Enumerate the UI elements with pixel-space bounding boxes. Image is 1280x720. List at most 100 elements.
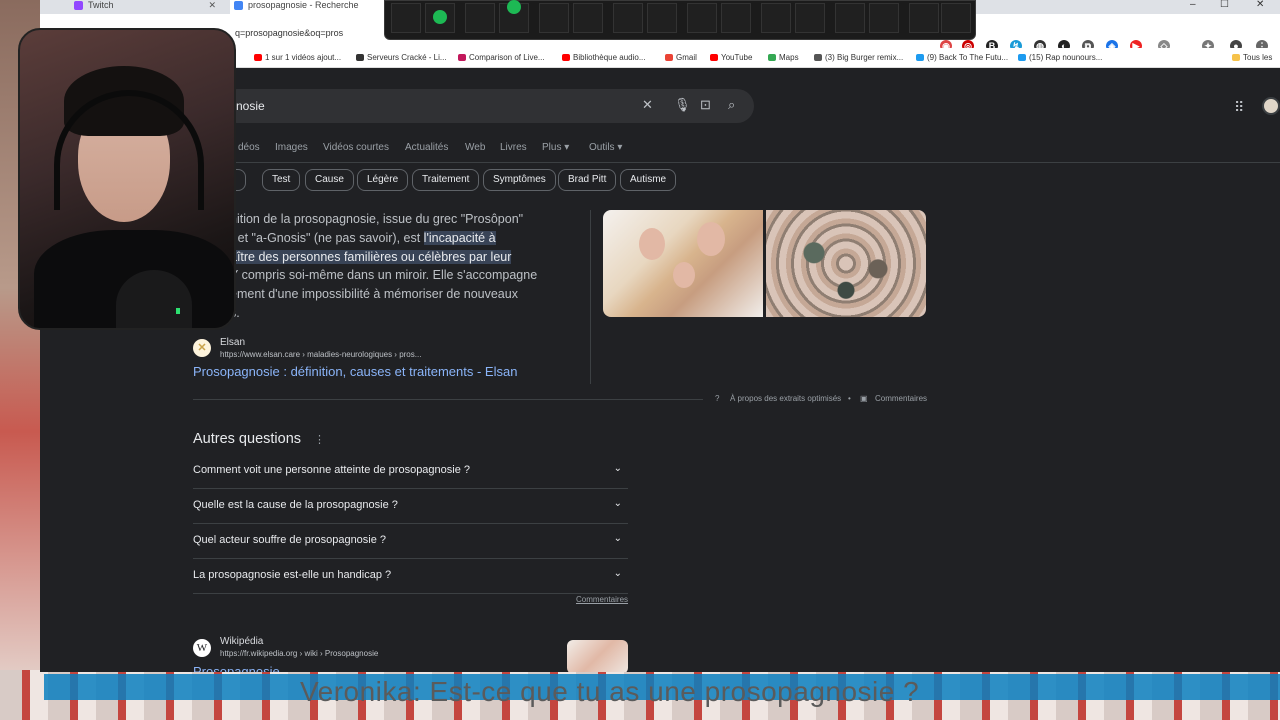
search-icon[interactable]: ⌕ bbox=[728, 97, 735, 113]
question-row[interactable]: Comment voit une personne atteinte de pr… bbox=[193, 454, 628, 489]
filter-chip[interactable]: Légère bbox=[357, 169, 409, 191]
youtube-icon bbox=[562, 54, 570, 61]
snippet-highlight: l'incapacité à bbox=[423, 230, 496, 245]
tab-twitch[interactable]: Twitch ✕ bbox=[70, 0, 220, 14]
task-slot[interactable] bbox=[647, 3, 677, 33]
microphone-icon[interactable]: 🎙 bbox=[674, 97, 691, 113]
task-slot[interactable] bbox=[869, 3, 899, 33]
bookmark-item[interactable]: YouTube bbox=[710, 53, 752, 62]
more-options-icon[interactable]: ⋮ bbox=[314, 433, 325, 446]
bookmark-item[interactable]: Bibliothèque audio... bbox=[562, 53, 646, 62]
webcam-overlay bbox=[18, 28, 236, 330]
apps-grid-icon[interactable]: ⠿ bbox=[1234, 99, 1244, 116]
blurred-face bbox=[639, 228, 665, 260]
question-row[interactable]: Quel acteur souffre de prosopagnosie ? ⌄ bbox=[193, 524, 628, 559]
task-slot[interactable] bbox=[941, 3, 971, 33]
chevron-down-icon: ⌄ bbox=[613, 533, 622, 544]
tab-videos[interactable]: déos bbox=[238, 142, 260, 153]
filter-chip[interactable]: Symptômes bbox=[483, 169, 556, 191]
filter-chip[interactable]: Autisme bbox=[620, 169, 677, 191]
divider bbox=[193, 399, 703, 400]
close-tab-icon[interactable]: ✕ bbox=[208, 0, 216, 10]
youtube-icon bbox=[254, 54, 262, 61]
bookmark-item[interactable]: (3) Big Burger remix... bbox=[814, 53, 903, 62]
tab-images[interactable]: Images bbox=[275, 142, 308, 153]
filter-chip[interactable]: Test bbox=[262, 169, 301, 191]
filter-chip[interactable]: Brad Pitt bbox=[558, 169, 617, 191]
task-slot[interactable] bbox=[909, 3, 939, 33]
featured-snippet-text: nition de la prosopagnosie, issue du gre… bbox=[230, 212, 538, 320]
task-slot[interactable] bbox=[391, 3, 421, 33]
google-icon bbox=[234, 1, 243, 10]
url-text[interactable]: q=prosopagnosie&oq=pros bbox=[235, 28, 343, 38]
task-slot[interactable] bbox=[835, 3, 865, 33]
result-thumbnail[interactable] bbox=[567, 640, 628, 672]
folder-icon bbox=[1232, 54, 1240, 61]
bookmark-item[interactable]: (9) Back To The Futu... bbox=[916, 53, 1008, 62]
snippet-image-family[interactable] bbox=[603, 210, 763, 317]
source-url[interactable]: https://www.elsan.care › maladies-neurol… bbox=[220, 350, 421, 359]
lens-icon[interactable]: ⊡ bbox=[700, 97, 711, 113]
avatar[interactable] bbox=[1262, 97, 1280, 115]
bookmark-item[interactable]: Comparison of Live... bbox=[458, 53, 545, 62]
help-icon[interactable]: ? bbox=[715, 394, 719, 403]
about-snippets-link[interactable]: À propos des extraits optimisés bbox=[730, 394, 841, 403]
search-query[interactable]: nosie bbox=[236, 99, 265, 113]
led-indicator bbox=[176, 308, 180, 314]
bookmark-item[interactable]: Maps bbox=[768, 53, 799, 62]
chevron-down-icon: ⌄ bbox=[613, 568, 622, 579]
tab-label: Twitch bbox=[88, 0, 114, 10]
feedback-link[interactable]: Commentaires bbox=[875, 394, 927, 403]
task-slot[interactable] bbox=[499, 0, 529, 33]
tab-short-videos[interactable]: Vidéos courtes bbox=[323, 142, 389, 153]
tab-label: prosopagnosie - Recherche bbox=[248, 0, 359, 10]
feedback-link[interactable]: Commentaires bbox=[576, 595, 628, 604]
all-bookmarks[interactable]: Tous les bbox=[1232, 53, 1272, 62]
bookmark-item[interactable]: (15) Rap nounours... bbox=[1018, 53, 1102, 62]
task-slot[interactable] bbox=[761, 3, 791, 33]
source-name[interactable]: Wikipédia bbox=[220, 636, 263, 647]
tab-more[interactable]: Plus ▾ bbox=[542, 142, 569, 153]
clear-icon[interactable]: ✕ bbox=[642, 97, 653, 113]
server-icon bbox=[356, 54, 364, 61]
task-slot[interactable] bbox=[687, 3, 717, 33]
source-name[interactable]: Elsan bbox=[220, 337, 245, 348]
feedback-icon[interactable]: ▣ bbox=[860, 394, 868, 403]
filter-chip[interactable]: Traitement bbox=[412, 169, 480, 191]
page-icon bbox=[1018, 54, 1026, 61]
maximize-icon[interactable]: ☐ bbox=[1220, 0, 1229, 10]
task-slot[interactable] bbox=[613, 3, 643, 33]
bookmark-item[interactable]: 1 sur 1 vidéos ajout... bbox=[254, 53, 341, 62]
elsan-logo-icon: ✕ bbox=[193, 339, 211, 357]
tab-tools[interactable]: Outils ▾ bbox=[589, 142, 622, 153]
gmail-icon bbox=[665, 54, 673, 61]
question-row[interactable]: La prosopagnosie est-elle un handicap ? … bbox=[193, 559, 628, 594]
task-slot[interactable] bbox=[573, 3, 603, 33]
maps-icon bbox=[768, 54, 776, 61]
filter-chip[interactable]: Cause bbox=[305, 169, 354, 191]
tab-news[interactable]: Actualités bbox=[405, 142, 448, 153]
task-slot[interactable] bbox=[539, 3, 569, 33]
source-url[interactable]: https://fr.wikipedia.org › wiki › Prosop… bbox=[220, 649, 378, 658]
snippet-image-collage[interactable] bbox=[766, 210, 926, 317]
result-title-link[interactable]: Prosopagnosie bbox=[193, 664, 280, 672]
spotify-icon bbox=[433, 10, 447, 24]
minimize-icon[interactable]: – bbox=[1190, 0, 1196, 10]
page-icon bbox=[458, 54, 466, 61]
bookmark-item[interactable]: Gmail bbox=[665, 53, 697, 62]
spotify-icon bbox=[507, 0, 521, 14]
question-row[interactable]: Quelle est la cause de la prosopagnosie … bbox=[193, 489, 628, 524]
subtitle-text: Veronika: Est-ce que tu as une prosopagn… bbox=[300, 676, 920, 707]
task-slot[interactable] bbox=[795, 3, 825, 33]
chevron-down-icon: ⌄ bbox=[613, 498, 622, 509]
wikipedia-logo-icon: W bbox=[193, 639, 211, 657]
close-window-icon[interactable]: ✕ bbox=[1256, 0, 1264, 10]
task-slot[interactable] bbox=[465, 3, 495, 33]
tab-web[interactable]: Web bbox=[465, 142, 485, 153]
result-title-link[interactable]: Prosopagnosie : définition, causes et tr… bbox=[193, 364, 517, 379]
tab-google-search[interactable]: prosopagnosie - Recherche bbox=[230, 0, 390, 14]
task-slot[interactable] bbox=[721, 3, 751, 33]
bookmark-item[interactable]: Serveurs Cracké - Li... bbox=[356, 53, 447, 62]
task-slot[interactable] bbox=[425, 3, 455, 33]
tab-books[interactable]: Livres bbox=[500, 142, 527, 153]
